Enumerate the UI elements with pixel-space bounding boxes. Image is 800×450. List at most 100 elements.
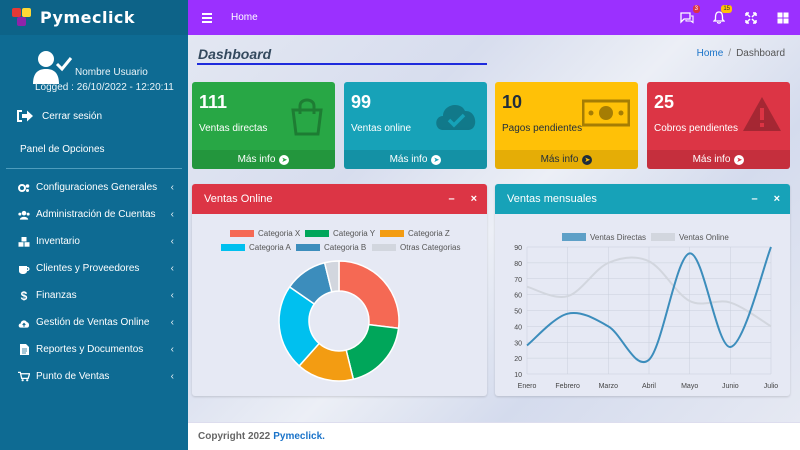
sidebar-item-punto-ventas[interactable]: Punto de Ventas ‹ <box>0 363 188 390</box>
more-info-link[interactable]: Más info ➤ <box>344 150 487 169</box>
legend-label: Categoria A <box>249 243 291 252</box>
more-info-label: Más info <box>389 154 428 165</box>
legend-label: Categoria X <box>258 229 301 238</box>
hamburger-menu-icon[interactable] <box>202 11 212 25</box>
close-button[interactable]: × <box>774 193 780 205</box>
top-icons: 3 15 <box>680 0 790 35</box>
legend-swatch <box>562 233 586 241</box>
more-info-link[interactable]: Más info ➤ <box>495 150 638 169</box>
sidebar: Pymeclick Nombre Usuario Logged : 26/10/… <box>0 0 188 450</box>
donut-slice <box>345 323 400 381</box>
card-title: Ventas mensuales <box>507 193 597 205</box>
chevron-left-icon: ‹ <box>170 182 174 193</box>
users-icon <box>18 210 30 220</box>
legend-label: Categoria Y <box>333 229 376 238</box>
sign-out-icon <box>17 110 33 122</box>
sidebar-item-ventas-online[interactable]: Gestión de Ventas Online ‹ <box>0 309 188 336</box>
donut-chart: Categoria X Categoria Y Categoria Z Categor… <box>221 229 460 382</box>
breadcrumb-current: Dashboard <box>736 48 785 59</box>
arrow-circle-right-icon: ➤ <box>279 154 290 165</box>
stat-label: Ventas online <box>351 123 412 134</box>
messages-badge: 3 <box>692 4 700 13</box>
more-info-link[interactable]: Más info ➤ <box>647 150 790 169</box>
more-info-label: Más info <box>237 154 276 165</box>
y-tick-label: 90 <box>514 245 522 252</box>
stat-value: 111 <box>199 92 228 112</box>
y-tick-label: 80 <box>514 261 522 268</box>
stat-value: 99 <box>351 92 372 112</box>
cloud-check-icon <box>436 104 476 130</box>
sidebar-item-label: Administración de Cuentas <box>36 209 156 220</box>
more-info-label: Más info <box>540 154 579 165</box>
y-tick-label: 20 <box>514 356 522 363</box>
breadcrumb: Home / Dashboard <box>697 48 785 59</box>
sidebar-item-cuentas[interactable]: Administración de Cuentas ‹ <box>0 201 188 228</box>
breadcrumb-home-link[interactable]: Home <box>697 48 724 59</box>
y-tick-label: 40 <box>514 324 522 331</box>
topbar: Home 3 15 <box>188 0 800 35</box>
brand[interactable]: Pymeclick <box>0 0 188 35</box>
x-tick-label: Junio <box>722 383 739 390</box>
warning-icon <box>743 97 781 131</box>
stat-label: Cobros pendientes <box>654 123 738 134</box>
control-sidebar-button[interactable] <box>776 11 790 25</box>
sidebar-item-finanzas[interactable]: $ Finanzas ‹ <box>0 282 188 309</box>
notifications-badge: 15 <box>721 4 732 13</box>
cubes-icon <box>18 236 30 247</box>
stat-box-cobros-pendientes: 25 Cobros pendientes Más info ➤ <box>647 82 790 169</box>
sidebar-item-reportes[interactable]: Reportes y Documentos ‹ <box>0 336 188 363</box>
dollar-icon: $ <box>20 288 28 303</box>
card-title: Ventas Online <box>204 193 273 205</box>
legend-swatch <box>380 230 404 237</box>
messages-button[interactable]: 3 <box>680 4 700 25</box>
logout-button[interactable]: Cerrar sesión <box>16 108 102 124</box>
y-tick-label: 30 <box>514 340 522 347</box>
legend-label: Categoria Z <box>408 229 450 238</box>
close-button[interactable]: × <box>471 193 477 205</box>
minimize-button[interactable]: – <box>448 193 454 205</box>
card-ventas-online: Ventas Online – × Categoria X Categoria Y… <box>192 184 487 396</box>
more-info-label: Más info <box>692 154 731 165</box>
arrow-circle-right-icon: ➤ <box>582 154 593 165</box>
more-info-link[interactable]: Más info ➤ <box>192 150 335 169</box>
stat-box-ventas-directas: 111 Ventas directas Más info ➤ <box>192 82 335 169</box>
stat-box-pagos-pendientes: 10 Pagos pendientes Más info ➤ <box>495 82 638 169</box>
notifications-button[interactable]: 15 <box>712 4 732 25</box>
chevron-left-icon: ‹ <box>170 344 174 355</box>
legend-swatch <box>372 244 396 251</box>
sidebar-item-label: Finanzas <box>36 290 77 301</box>
sidebar-item-label: Configuraciones Generales <box>36 182 158 193</box>
line-chart: Ventas Directas Ventas Online 10 20 30 40 50 60… <box>514 233 779 390</box>
chevron-left-icon: ‹ <box>170 209 174 220</box>
sidebar-item-inventario[interactable]: Inventario ‹ <box>0 228 188 255</box>
donut-slice <box>338 260 400 330</box>
legend-label: Otras Categorias <box>400 243 460 252</box>
footer-brand-link[interactable]: Pymeclick. <box>273 431 325 442</box>
stat-label: Pagos pendientes <box>502 123 583 134</box>
x-tick-label: Enero <box>518 383 537 390</box>
card-ventas-mensuales: Ventas mensuales – × Ventas Directas Vent… <box>495 184 790 396</box>
shopping-bag-icon <box>291 98 323 136</box>
minimize-button[interactable]: – <box>751 193 757 205</box>
sidebar-item-configuraciones[interactable]: Configuraciones Generales ‹ <box>0 174 188 201</box>
x-tick-label: Julio <box>764 383 779 390</box>
logout-label: Cerrar sesión <box>42 110 103 122</box>
sidebar-item-clientes[interactable]: Clientes y Proveedores ‹ <box>0 255 188 282</box>
user-panel: Nombre Usuario Logged : 26/10/2022 - 12:… <box>0 47 188 107</box>
chevron-left-icon: ‹ <box>170 263 174 274</box>
main-content: Dashboard Home / Dashboard 111 Ventas dire… <box>188 35 800 422</box>
cart-icon <box>18 371 30 382</box>
cloud-upload-icon <box>18 318 30 328</box>
top-home-link[interactable]: Home <box>231 12 258 23</box>
stat-value: 25 <box>654 92 675 112</box>
stat-box-ventas-online: 99 Ventas online Más info ➤ <box>344 82 487 169</box>
card-header: Ventas mensuales – × <box>495 184 790 214</box>
fullscreen-button[interactable] <box>744 11 758 25</box>
legend-label: Ventas Directas <box>590 233 646 242</box>
page-title: Dashboard <box>198 46 272 62</box>
x-tick-label: Mayo <box>681 383 698 390</box>
footer: Copyright 2022 Pymeclick. <box>188 422 800 450</box>
file-icon <box>18 344 30 355</box>
user-name[interactable]: Nombre Usuario <box>75 67 148 78</box>
sidebar-item-label: Punto de Ventas <box>36 371 110 382</box>
